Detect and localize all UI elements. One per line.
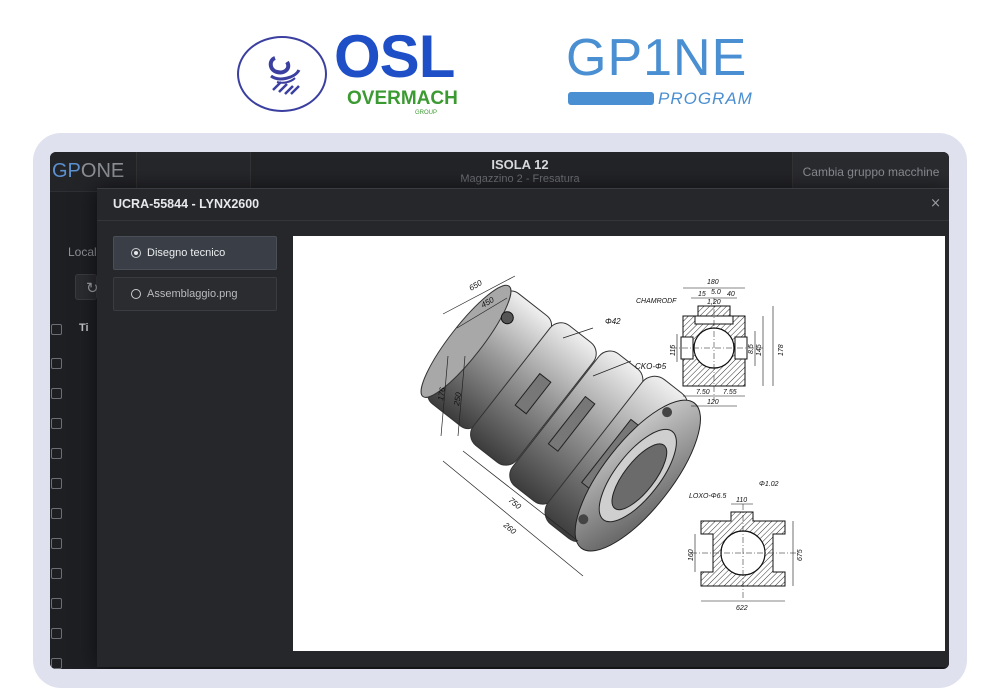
dim-145: 145 [756,344,763,356]
osl-emblem-icon [237,36,327,112]
row-checkbox[interactable] [51,418,62,429]
radio-selected-icon[interactable] [131,248,141,258]
table-header: Ti [79,322,89,334]
app-header: GPONE ISOLA 12 Magazzino 2 - Fresatura C… [50,152,949,192]
attachment-list: Disegno tecnico Assemblaggio.png [113,236,277,318]
app-screen: GPONE ISOLA 12 Magazzino 2 - Fresatura C… [50,152,949,669]
gpone-one: 1NE [643,29,748,87]
dim-15: 15 [698,291,706,298]
row-checkbox[interactable] [51,508,62,519]
row-checkbox[interactable] [51,568,62,579]
gpone-bar [568,92,654,105]
osl-overmach-logo: OSL OVERMACH GROUP [237,24,477,123]
gpone-wordmark: GP1NE [566,28,747,88]
row-checkbox[interactable] [51,388,62,399]
gpone-program: PROGRAM [658,89,753,108]
dim-750: 750 [507,496,523,512]
row-checkbox[interactable] [51,598,62,609]
row-checkbox[interactable] [51,478,62,489]
dim-cko: CKO-Φ5 [635,362,667,371]
modal-header: UCRA-55844 - LYNX2600 × [97,189,949,221]
radio-icon[interactable] [131,289,141,299]
row-checkbox[interactable] [51,658,62,669]
dim-675: 675 [797,549,804,561]
row-checkbox[interactable] [51,538,62,549]
dim-40: 40 [727,291,735,298]
dim-650: 650 [468,278,485,293]
osl-wordmark: OSL [334,23,455,90]
app-logo-gp: GP [52,160,81,182]
dim-120: 120 [707,399,719,406]
dim-phi1-02: Φ1.02 [759,481,779,488]
technical-drawing: 650 450 Φ42 176 250 CKO-Φ5 750 260 CHAMR… [420,275,804,612]
dim-178: 178 [778,344,785,356]
dim-phi42: Φ42 [605,317,621,326]
row-checkbox[interactable] [51,358,62,369]
app-subtitle: Magazzino 2 - Fresatura [460,173,580,185]
row-checkbox[interactable] [51,628,62,639]
dim-180: 180 [707,279,719,286]
gpone-gp: GP [566,29,644,87]
dim-260: 260 [501,520,518,536]
attachment-label: Assemblaggio.png [147,288,238,300]
dim-110: 110 [736,497,747,504]
dim-7-55: 7.55 [723,389,737,396]
attachment-disegno-tecnico[interactable]: Disegno tecnico [113,236,277,270]
attachment-modal: UCRA-55844 - LYNX2600 × Disegno tecnico … [97,188,949,667]
gpone-program-logo: GP1NE PROGRAM [566,28,766,123]
dim-loxo: LOXO-Φ6.5 [689,493,726,500]
close-icon[interactable]: × [930,196,941,211]
drawing-viewer: 650 450 Φ42 176 250 CKO-Φ5 750 260 CHAMR… [293,236,945,651]
logo-bar: OSL OVERMACH GROUP GP1NE PROGRAM [0,24,1000,123]
dim-chamfer: CHAMRODF [636,298,677,305]
dim-622: 622 [736,605,748,612]
part-isometric [420,284,701,552]
section-view-bottom: LOXO-Φ6.5 110 Φ1.02 160 675 622 [688,481,804,612]
dim-160: 160 [688,549,695,561]
row-checkbox[interactable] [51,448,62,459]
dim-1-20: 1,20 [707,299,721,306]
attachment-assemblaggio[interactable]: Assemblaggio.png [113,277,277,311]
switch-machine-group-button[interactable]: Cambia gruppo macchine [792,152,949,192]
app-title: ISOLA 12 [491,157,549,172]
dim-115: 115 [670,345,677,356]
app-sidebar: Locali ↻ Ti [50,192,99,669]
overmach-wordmark: OVERMACH [347,88,458,109]
attachment-label: Disegno tecnico [147,247,226,259]
select-all-checkbox[interactable] [51,324,62,335]
tab-locali[interactable]: Locali [68,245,99,259]
dim-7-50: 7.50 [696,389,710,396]
app-logo-one: ONE [80,160,125,182]
dim-8-5: 8.5 [748,344,755,354]
modal-title: UCRA-55844 - LYNX2600 [113,197,260,211]
back-button[interactable] [136,152,251,192]
page: OSL OVERMACH GROUP GP1NE PROGRAM GPONE I… [0,0,1000,700]
app-logo: GPONE [52,160,124,183]
osl-group-text: GROUP [415,110,438,116]
dim-5-0: 5.0 [711,289,721,296]
